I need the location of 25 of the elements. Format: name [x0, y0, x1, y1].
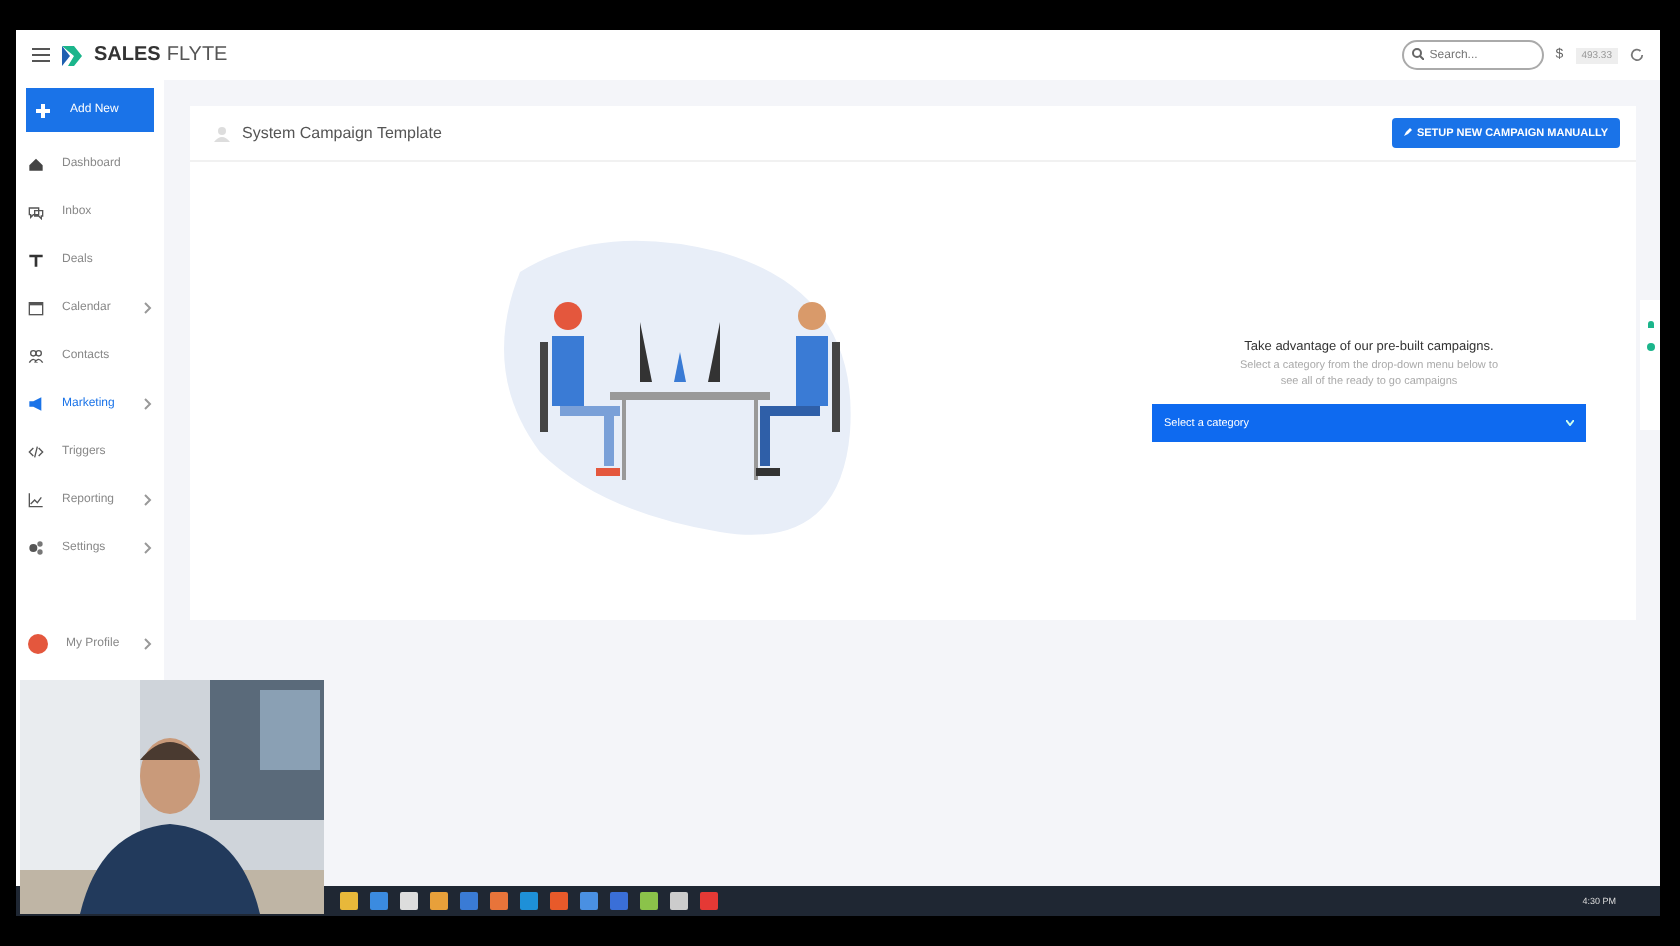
- caret-icon: [1566, 420, 1574, 427]
- chevron-icon: [144, 638, 152, 650]
- calendar-icon: [28, 300, 44, 316]
- brand-name: SALES FLYTE: [94, 44, 228, 66]
- menu-icon[interactable]: [32, 48, 50, 62]
- chevron-icon: [144, 398, 152, 410]
- megaphone-icon: [28, 396, 44, 412]
- plus-icon: [36, 103, 50, 117]
- card-title: System Campaign Template: [242, 124, 442, 142]
- chevron-icon: [144, 542, 152, 554]
- pencil-icon: [1403, 126, 1414, 136]
- chevron-icon: [144, 302, 152, 314]
- refresh-icon[interactable]: [1630, 48, 1644, 62]
- person-icon: [214, 125, 230, 141]
- chart-icon: [28, 492, 44, 508]
- logo-icon: [62, 45, 82, 65]
- avatar-icon: [28, 634, 48, 654]
- chat-icon: [28, 204, 44, 220]
- search-icon: [1411, 48, 1424, 60]
- deals-icon: [28, 252, 44, 268]
- chevron-icon: [144, 494, 152, 506]
- people-icon: [28, 348, 44, 364]
- home-icon: [28, 156, 44, 172]
- gears-icon: [28, 540, 44, 556]
- code-icon: [28, 444, 44, 460]
